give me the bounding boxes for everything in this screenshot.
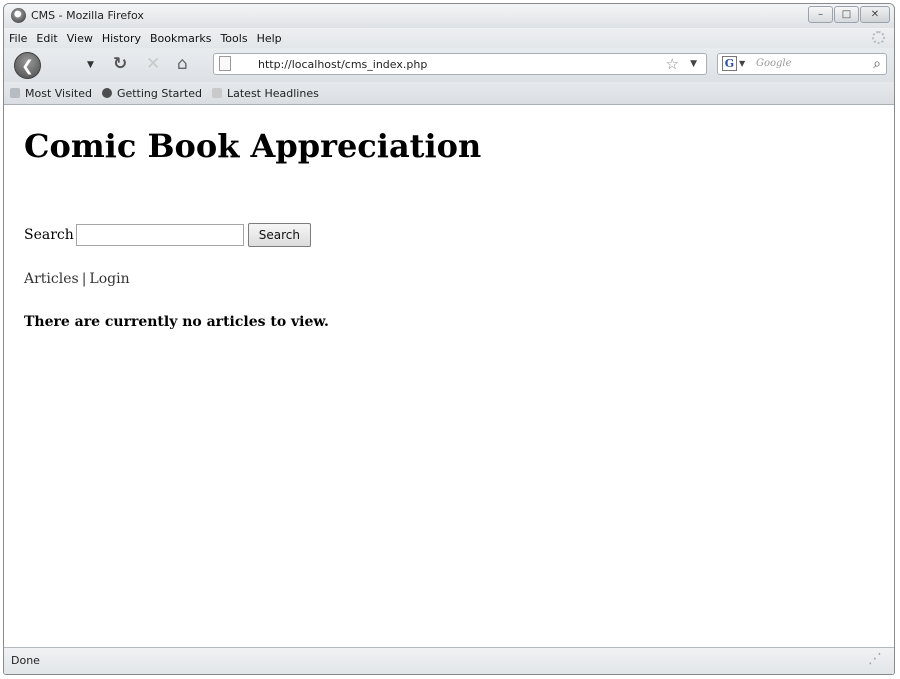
browser-window: CMS - Mozilla Firefox – □ ✕ File Edit Vi… [3, 3, 895, 675]
status-text: Done [11, 654, 40, 667]
window-controls: – □ ✕ [808, 6, 890, 23]
bookmark-latest-headlines[interactable]: Latest Headlines [212, 87, 319, 100]
resize-grip-icon[interactable]: ⋰ [868, 651, 882, 667]
reload-icon[interactable]: ↻ [113, 55, 127, 73]
bookmarks-toolbar: Most Visited Getting Started Latest Head… [4, 82, 894, 105]
url-text[interactable]: http://localhost/cms_index.php [258, 58, 427, 71]
window-title: CMS - Mozilla Firefox [31, 9, 144, 22]
no-articles-message: There are currently no articles to view. [24, 314, 329, 330]
firefox-icon [11, 8, 26, 23]
home-icon[interactable]: ⌂ [177, 55, 188, 73]
nav-links: Articles | Login [24, 271, 130, 287]
close-button[interactable]: ✕ [860, 6, 890, 23]
search-form: Search Search [24, 223, 312, 247]
search-bar[interactable]: G ▼ Google ⌕ [717, 53, 887, 75]
title-bar: CMS - Mozilla Firefox – □ ✕ [4, 4, 894, 28]
menu-bar: File Edit View History Bookmarks Tools H… [4, 28, 894, 48]
bookmark-label: Most Visited [25, 86, 92, 100]
back-forward-group: ❮ ▶ ▼ [14, 52, 100, 79]
search-input[interactable] [75, 224, 244, 246]
bookmark-most-visited[interactable]: Most Visited [10, 87, 92, 100]
bookmark-label: Getting Started [116, 86, 202, 100]
menu-tools[interactable]: Tools [220, 32, 247, 45]
getting-started-icon [101, 88, 112, 98]
page-content: Comic Book Appreciation Search Search Ar… [4, 105, 894, 648]
throbber-icon [872, 31, 885, 44]
navigation-toolbar: ❮ ▶ ▼ ↻ ✕ ⌂ http://localhost/cms_index.p… [4, 48, 894, 82]
magnifier-icon[interactable]: ⌕ [873, 56, 881, 72]
bookmark-star-icon[interactable]: ☆ [666, 55, 679, 73]
page-icon [219, 56, 231, 71]
engine-dropdown-icon[interactable]: ▼ [739, 59, 745, 68]
minimize-button[interactable]: – [808, 6, 833, 23]
menu-help[interactable]: Help [257, 32, 282, 45]
bookmark-getting-started[interactable]: Getting Started [101, 86, 202, 100]
menu-history[interactable]: History [102, 32, 141, 45]
back-arrow-icon: ❮ [21, 56, 34, 75]
google-icon[interactable]: G [722, 56, 737, 71]
history-dropdown-icon[interactable]: ▼ [87, 60, 94, 70]
menu-view[interactable]: View [67, 32, 93, 45]
most-visited-icon [10, 88, 20, 98]
url-dropdown-icon[interactable]: ▼ [690, 59, 697, 69]
search-button[interactable]: Search [247, 223, 312, 247]
maximize-button[interactable]: □ [834, 6, 859, 23]
forward-arrow-icon: ▶ [55, 59, 63, 70]
link-separator: | [81, 271, 87, 287]
page-title: Comic Book Appreciation [24, 127, 482, 165]
search-bar-placeholder[interactable]: Google [756, 58, 792, 69]
menu-file[interactable]: File [9, 32, 27, 45]
search-label: Search [24, 227, 74, 243]
menu-edit[interactable]: Edit [36, 32, 57, 45]
bookmark-label: Latest Headlines [227, 86, 319, 100]
forward-button[interactable]: ▶ [36, 56, 80, 75]
login-link[interactable]: Login [89, 271, 129, 287]
stop-icon[interactable]: ✕ [146, 55, 160, 73]
address-bar[interactable]: http://localhost/cms_index.php ☆ ▼ [213, 53, 707, 75]
back-button[interactable]: ❮ [14, 52, 41, 79]
articles-link[interactable]: Articles [24, 271, 79, 287]
rss-feed-icon [212, 88, 222, 98]
menu-bookmarks[interactable]: Bookmarks [150, 32, 211, 45]
status-bar: Done ⋰ [4, 648, 894, 674]
